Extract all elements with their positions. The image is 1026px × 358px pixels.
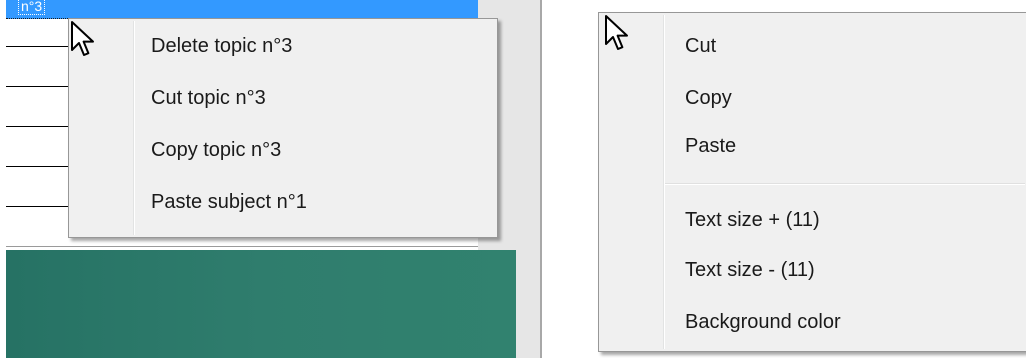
selected-topic-label: n°3 — [18, 0, 46, 15]
row-divider — [6, 46, 74, 47]
menu-item-paste[interactable]: Paste — [601, 123, 1025, 169]
menu-item-label: Text size + (11) — [685, 209, 820, 231]
menu-item-text-size-increase[interactable]: Text size + (11) — [601, 197, 1025, 243]
menu-item-text-size-decrease[interactable]: Text size - (11) — [601, 247, 1025, 293]
menu-item-copy[interactable]: Copy — [601, 75, 1025, 121]
row-divider — [6, 126, 74, 127]
panel-divider — [540, 0, 542, 358]
topic-context-menu: Delete topic n°3 Cut topic n°3 Copy topi… — [68, 18, 498, 238]
panel-gutter-lower — [516, 250, 540, 358]
menu-item-label: Copy — [685, 87, 732, 109]
menu-item-label: Cut topic n°3 — [151, 87, 266, 109]
menu-item-label: Paste — [685, 135, 737, 157]
menu-item-label: Paste subject n°1 — [151, 191, 307, 213]
row-divider — [6, 166, 74, 167]
row-divider — [6, 206, 74, 207]
menu-item-cut-topic[interactable]: Cut topic n°3 — [71, 75, 495, 121]
menu-item-label: Background color — [685, 311, 841, 333]
menu-item-cut[interactable]: Cut — [601, 23, 1025, 69]
selected-topic-row[interactable]: n°3 — [6, 0, 478, 19]
menu-item-delete-topic[interactable]: Delete topic n°3 — [71, 23, 495, 69]
menu-item-label: Cut — [685, 35, 717, 57]
text-context-menu: Cut Copy Paste Text size + (11) Text siz… — [598, 12, 1026, 352]
menu-item-label: Delete topic n°3 — [151, 35, 293, 57]
menu-item-background-color[interactable]: Background color — [601, 299, 1025, 345]
arrow-pointer-icon — [71, 21, 94, 56]
menu-item-copy-topic[interactable]: Copy topic n°3 — [71, 127, 495, 173]
menu-item-label: Copy topic n°3 — [151, 139, 282, 161]
menu-item-label: Text size - (11) — [685, 259, 815, 281]
menu-separator — [665, 183, 1025, 185]
background-color-area — [6, 250, 516, 358]
menu-item-paste-subject[interactable]: Paste subject n°1 — [71, 179, 495, 225]
row-divider — [6, 86, 74, 87]
arrow-pointer-icon — [605, 15, 628, 50]
